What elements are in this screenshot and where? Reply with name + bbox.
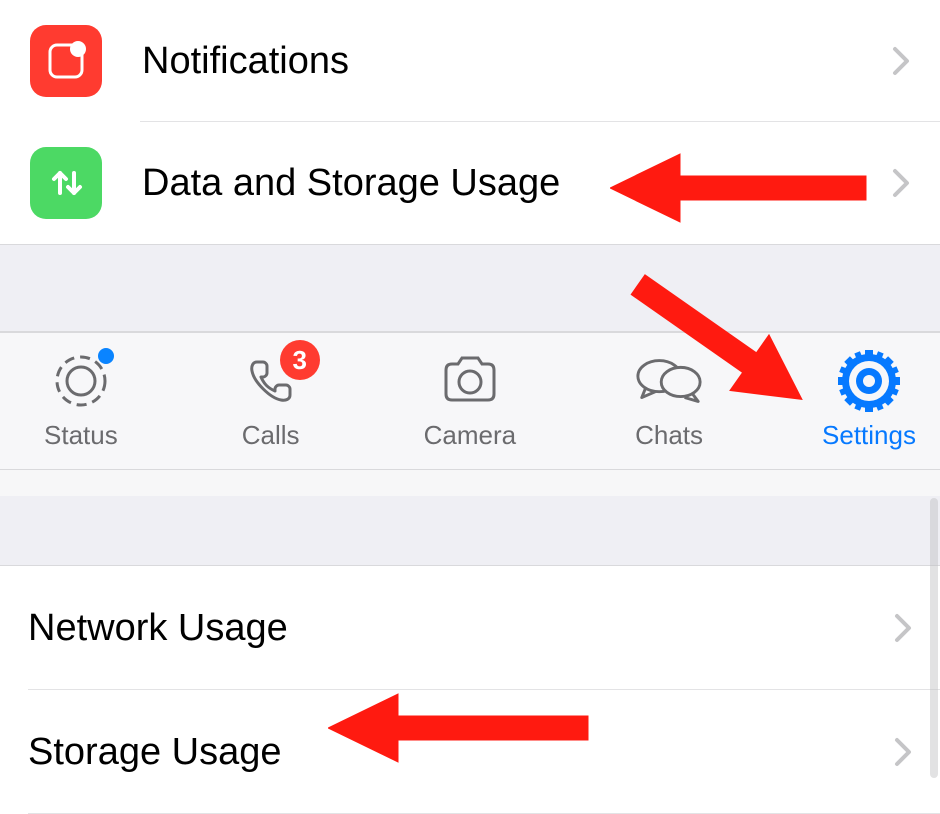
phone-icon: 3 — [236, 352, 306, 410]
section-gap — [0, 244, 940, 332]
tab-settings-label: Settings — [822, 420, 916, 451]
tab-status[interactable]: Status — [44, 352, 118, 451]
usage-list: Network Usage Storage Usage — [0, 566, 940, 814]
chats-icon — [634, 352, 704, 410]
gear-icon — [834, 352, 904, 410]
row-data-storage[interactable]: Data and Storage Usage — [0, 122, 940, 244]
tab-camera-label: Camera — [424, 420, 516, 451]
data-storage-icon — [30, 147, 102, 219]
calls-badge: 3 — [280, 340, 320, 380]
chevron-right-icon — [892, 46, 910, 76]
tab-bar: Status 3 Calls Camera Chat — [0, 332, 940, 470]
row-network-usage-label: Network Usage — [28, 607, 894, 650]
tab-calls-label: Calls — [242, 420, 300, 451]
settings-list: Notifications Data and Storage Usage — [0, 0, 940, 244]
tab-camera[interactable]: Camera — [424, 352, 516, 451]
tab-settings[interactable]: Settings — [822, 352, 916, 451]
tab-chats-label: Chats — [635, 420, 703, 451]
chevron-right-icon — [894, 613, 912, 643]
notifications-icon — [30, 25, 102, 97]
chevron-right-icon — [892, 168, 910, 198]
row-network-usage[interactable]: Network Usage — [0, 566, 940, 690]
status-dot-icon — [98, 348, 114, 364]
camera-icon — [435, 352, 505, 410]
status-icon — [46, 352, 116, 410]
row-notifications-label: Notifications — [142, 40, 892, 83]
chevron-right-icon — [894, 737, 912, 767]
tab-chats[interactable]: Chats — [634, 352, 704, 451]
row-storage-usage-label: Storage Usage — [28, 731, 894, 774]
section-gap — [0, 496, 940, 566]
row-storage-usage[interactable]: Storage Usage — [0, 690, 940, 814]
section-gap — [0, 470, 940, 496]
row-data-storage-label: Data and Storage Usage — [142, 162, 892, 205]
row-notifications[interactable]: Notifications — [0, 0, 940, 122]
tab-status-label: Status — [44, 420, 118, 451]
scrollbar[interactable] — [930, 498, 938, 778]
tab-calls[interactable]: 3 Calls — [236, 352, 306, 451]
